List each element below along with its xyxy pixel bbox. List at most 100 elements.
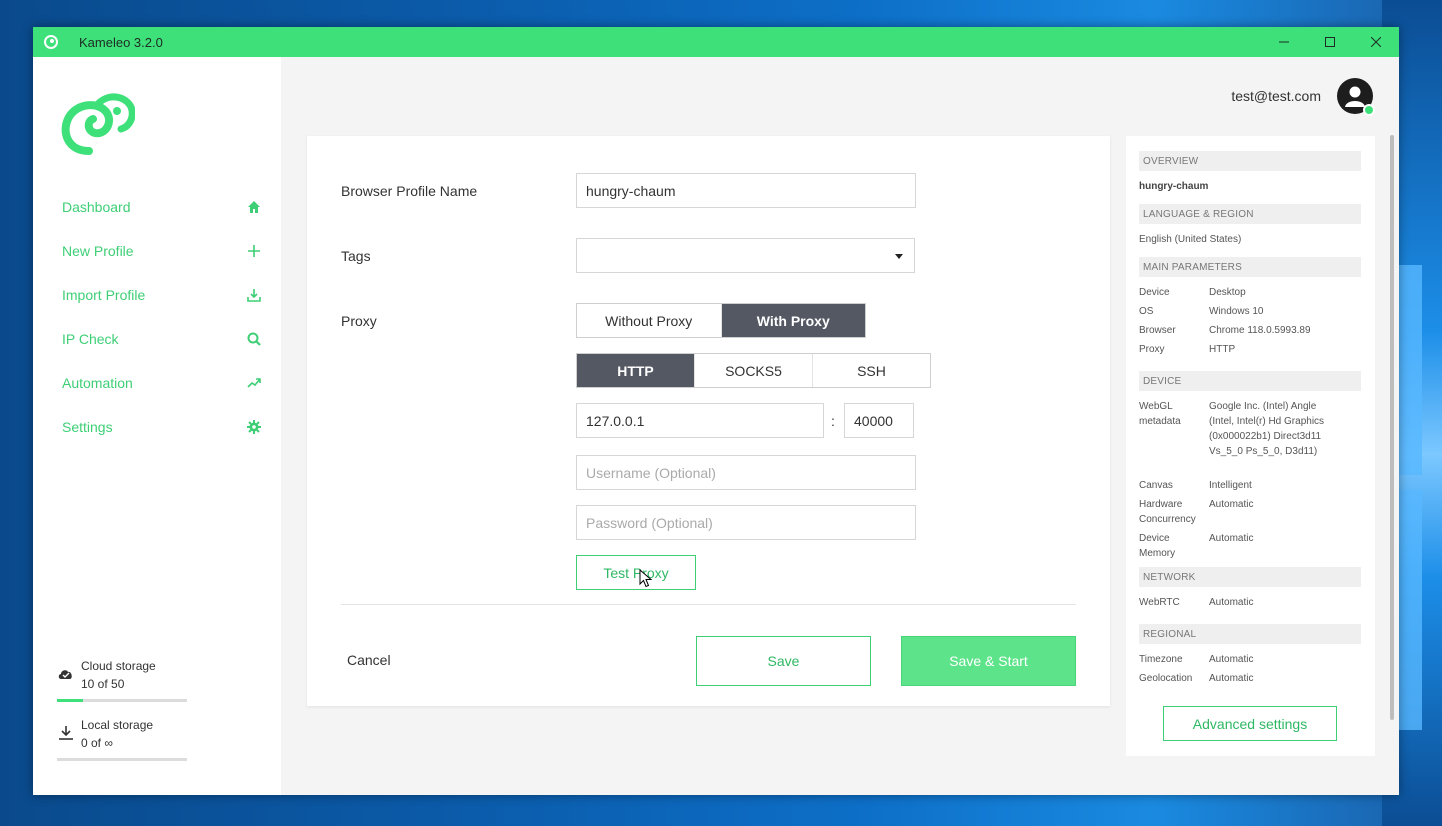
plus-icon	[248, 245, 260, 257]
overview-value: Automatic	[1209, 597, 1254, 608]
overview-key: Device	[1139, 287, 1170, 298]
overview-key: WebRTC	[1139, 597, 1180, 608]
network-section-header: NETWORK	[1139, 567, 1361, 587]
overview-scrollbar[interactable]	[1390, 135, 1394, 720]
proxy-type-http[interactable]: HTTP	[577, 354, 694, 387]
overview-value: Automatic	[1209, 499, 1254, 510]
overview-key: OS	[1139, 306, 1154, 317]
cloud-storage-bar-fill	[57, 699, 83, 702]
overview-key: Hardware Concurrency	[1139, 499, 1196, 525]
mouse-cursor-icon	[639, 569, 653, 588]
overview-value: Automatic	[1209, 533, 1254, 544]
sidebar-nav: Dashboard New Profile Import Profile IP …	[62, 185, 262, 449]
cloud-storage: Cloud storage 10 of 50	[57, 657, 187, 702]
overview-value: Automatic	[1209, 654, 1254, 665]
local-storage-label: Local storage	[81, 718, 154, 732]
overview-key: Browser	[1139, 325, 1176, 336]
trend-icon	[247, 378, 261, 388]
caret-down-icon	[895, 254, 903, 259]
proxy-type-toggle: HTTP SOCKS5 SSH	[576, 353, 931, 388]
overview-value: HTTP	[1209, 344, 1236, 355]
language-section-header: LANGUAGE & REGION	[1139, 204, 1361, 224]
desktop-window-pane	[1398, 490, 1422, 730]
overview-key: Canvas	[1139, 480, 1173, 491]
proxy-label: Proxy	[341, 313, 377, 329]
proxy-port-input[interactable]: 40000	[844, 403, 914, 438]
overview-panel: OVERVIEW hungry-chaum LANGUAGE & REGION …	[1126, 136, 1375, 756]
regional-section-header: REGIONAL	[1139, 624, 1361, 644]
sidebar-item-automation[interactable]: Automation	[62, 361, 262, 405]
local-storage-bar	[57, 758, 187, 761]
host-port-separator: :	[831, 413, 835, 429]
overview-key: Device Memory	[1139, 533, 1176, 559]
tags-label: Tags	[341, 248, 371, 264]
test-proxy-button[interactable]: Test Proxy	[576, 555, 696, 590]
sidebar-item-new-profile[interactable]: New Profile	[62, 229, 262, 273]
close-icon[interactable]	[1353, 27, 1399, 57]
search-icon	[247, 332, 261, 346]
desktop-window-pane	[1398, 265, 1422, 475]
sidebar-item-label: Automation	[62, 375, 133, 391]
import-icon	[247, 289, 261, 302]
overview-section-header: OVERVIEW	[1139, 151, 1361, 171]
user-email[interactable]: test@test.com	[1231, 88, 1321, 104]
local-storage-value: 0 of ∞	[81, 736, 113, 750]
sidebar-item-label: Dashboard	[62, 199, 131, 215]
proxy-username-input[interactable]: Username (Optional)	[576, 455, 916, 490]
overview-key: Proxy	[1139, 344, 1165, 355]
overview-value: Windows 10	[1209, 306, 1264, 317]
sidebar-item-ip-check[interactable]: IP Check	[62, 317, 262, 361]
save-button[interactable]: Save	[696, 636, 871, 686]
with-proxy-option[interactable]: With Proxy	[720, 304, 865, 337]
cancel-button[interactable]: Cancel	[347, 652, 391, 668]
cloud-storage-value: 10 of 50	[81, 677, 125, 691]
device-section-header: DEVICE	[1139, 371, 1361, 391]
overview-key: Geolocation	[1139, 673, 1193, 684]
download-icon	[59, 726, 73, 740]
main-parameters-section-header: MAIN PARAMETERS	[1139, 257, 1361, 277]
overview-value: Intelligent	[1209, 480, 1252, 491]
sidebar-item-label: Import Profile	[62, 287, 146, 303]
cloud-storage-bar	[57, 699, 187, 702]
sidebar-item-label: New Profile	[62, 243, 134, 259]
without-proxy-option[interactable]: Without Proxy	[577, 304, 721, 337]
title-bar: Kameleo 3.2.0	[33, 27, 1399, 57]
overview-language: English (United States)	[1139, 234, 1242, 245]
overview-value: Chrome 118.0.5993.89	[1209, 325, 1311, 336]
overview-value: Automatic	[1209, 673, 1254, 684]
profile-name-input[interactable]: hungry-chaum	[576, 173, 916, 208]
overview-key: Timezone	[1139, 654, 1183, 665]
cloud-check-icon	[58, 670, 72, 679]
proxy-host-input[interactable]: 127.0.0.1	[576, 403, 824, 438]
tags-select[interactable]	[576, 238, 915, 273]
sidebar-item-dashboard[interactable]: Dashboard	[62, 185, 262, 229]
minimize-icon[interactable]	[1261, 27, 1307, 57]
window-title: Kameleo 3.2.0	[79, 34, 163, 50]
local-storage: Local storage 0 of ∞	[57, 716, 187, 761]
overview-key: WebGL metadata	[1139, 401, 1181, 427]
proxy-type-ssh[interactable]: SSH	[812, 354, 930, 387]
advanced-settings-button[interactable]: Advanced settings	[1163, 706, 1337, 741]
profile-name-label: Browser Profile Name	[341, 183, 478, 199]
overview-value: Google Inc. (Intel) Angle (Intel, Intel(…	[1209, 401, 1325, 457]
save-and-start-button[interactable]: Save & Start	[901, 636, 1076, 686]
sidebar-item-settings[interactable]: Settings	[62, 405, 262, 449]
sidebar-item-label: IP Check	[62, 331, 119, 347]
sidebar: Dashboard New Profile Import Profile IP …	[33, 57, 281, 795]
proxy-mode-toggle: Without Proxy With Proxy	[576, 303, 866, 338]
sidebar-item-import-profile[interactable]: Import Profile	[62, 273, 262, 317]
overview-profile-name: hungry-chaum	[1139, 181, 1209, 192]
kameleo-logo	[61, 93, 135, 155]
kameleo-app-icon	[44, 35, 58, 49]
avatar[interactable]	[1337, 78, 1375, 116]
app-window: Kameleo 3.2.0 Dashboard New Profile Impo…	[33, 27, 1399, 795]
cloud-storage-label: Cloud storage	[81, 659, 156, 673]
gear-icon	[247, 420, 261, 434]
proxy-password-input[interactable]: Password (Optional)	[576, 505, 916, 540]
overview-value: Desktop	[1209, 287, 1246, 298]
form-divider	[341, 604, 1076, 605]
user-menu: test@test.com	[1231, 78, 1375, 116]
maximize-icon[interactable]	[1307, 27, 1353, 57]
sidebar-item-label: Settings	[62, 419, 113, 435]
proxy-type-socks5[interactable]: SOCKS5	[694, 354, 812, 387]
